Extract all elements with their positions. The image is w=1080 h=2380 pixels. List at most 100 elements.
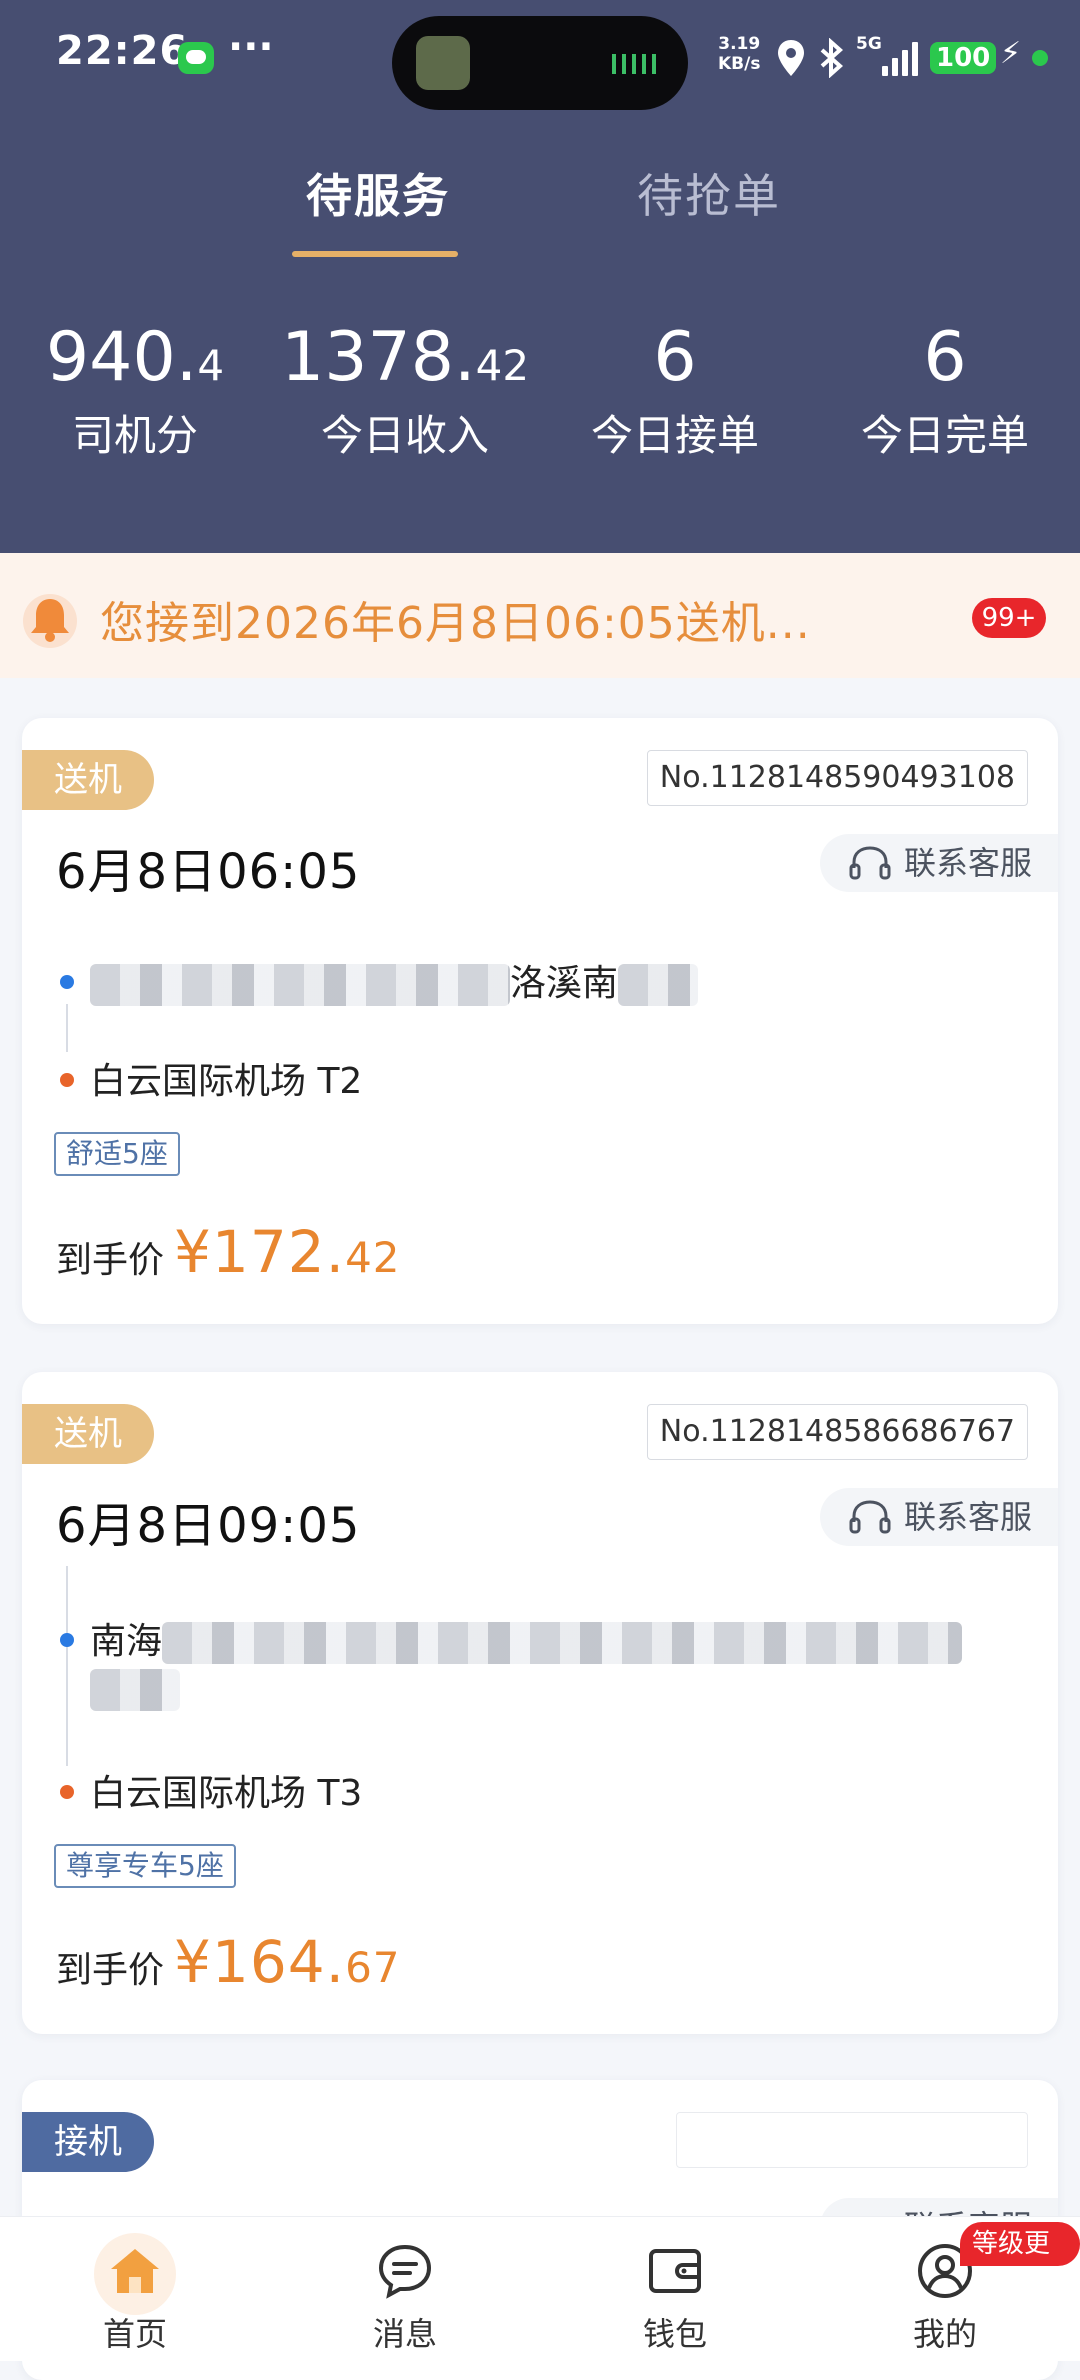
order-card[interactable]: 送机 No.1128148586686767 6月8日09:05 联系客服 南海…: [22, 1372, 1058, 2034]
nav-home[interactable]: 首页: [0, 2217, 270, 2361]
headset-icon: [849, 1500, 891, 1534]
wallet-icon: [649, 2249, 701, 2293]
status-bar: 22:26 ··· 3.19 KB/s 5G 100 ⚡: [0, 0, 1080, 120]
redacted-text: [618, 964, 699, 1006]
destination-address: 白云国际机场 T3: [60, 1764, 362, 1816]
header: 22:26 ··· 3.19 KB/s 5G 100 ⚡ 待服务 待抢单 940…: [0, 0, 1080, 553]
destination-address: 白云国际机场 T2: [60, 1052, 362, 1104]
tab-grab-order[interactable]: 待抢单: [637, 160, 781, 226]
order-type-tag: 接机: [22, 2112, 154, 2172]
stats-summary: 940.4 司机分 1378.42 今日收入 6 今日接单 6 今日完单: [0, 318, 1080, 478]
route-line: [66, 1566, 68, 1766]
order-number: No.1128148590493108: [646, 750, 1028, 806]
stat-value-integer: 940.: [45, 318, 198, 397]
nav-label: 钱包: [642, 2315, 707, 2353]
price-integer: ¥172.: [174, 1218, 346, 1286]
pickup-dot: [60, 975, 74, 989]
signal-icon: [882, 42, 922, 76]
bluetooth-icon: [820, 38, 844, 78]
order-time: 6月8日06:05: [56, 844, 361, 900]
network-speed-unit: KB/s: [718, 54, 761, 74]
order-card[interactable]: 送机 No.1128148590493108 6月8日06:05 联系客服 洛溪…: [22, 718, 1058, 1324]
status-time: 22:26: [56, 28, 189, 74]
stat-today-accepted[interactable]: 6 今日接单: [540, 318, 810, 464]
price-label: 到手价: [56, 1240, 165, 1281]
price-label: 到手价: [56, 1950, 165, 1991]
bell-icon: [23, 594, 77, 648]
redacted-text: [162, 1622, 963, 1664]
pickup-address: 南海: [60, 1612, 963, 1664]
price-decimal: 42: [345, 1233, 401, 1282]
tab-pending-service[interactable]: 待服务: [306, 160, 450, 226]
stat-label: 今日收入: [320, 411, 489, 460]
stat-value-integer: 6: [923, 318, 967, 397]
stat-today-completed[interactable]: 6 今日完单: [810, 318, 1080, 464]
price-value: ¥172.42: [174, 1218, 401, 1286]
order-type-tag: 送机: [22, 750, 154, 810]
dynamic-island[interactable]: [392, 16, 688, 110]
nav-label: 我的: [912, 2315, 977, 2353]
stat-today-income[interactable]: 1378.42 今日收入: [270, 318, 540, 464]
stat-value-integer: 6: [653, 318, 697, 397]
level-update-badge: 等级更新: [960, 2222, 1080, 2303]
order-type-tag: 送机: [22, 1404, 154, 1464]
notice-text: 您接到2026年6月8日06:05送机...: [100, 598, 811, 649]
stat-value-decimal: 4: [197, 341, 225, 390]
price-integer: ¥164.: [174, 1928, 346, 1996]
active-tab-indicator: [292, 251, 458, 257]
nav-messages[interactable]: 消息: [270, 2217, 540, 2361]
unread-badge: 99+: [972, 598, 1046, 638]
bottom-nav: 首页 消息 钱包 我的: [0, 2216, 1080, 2361]
price-row: 到手价 ¥172.42: [56, 1218, 401, 1286]
order-tabs: 待服务 待抢单: [0, 150, 1080, 270]
wechat-icon: [178, 42, 214, 74]
nav-wallet[interactable]: 钱包: [540, 2217, 810, 2361]
destination-address-text: 白云国际机场 T3: [90, 1773, 363, 1814]
order-number: No.1128148586686767: [646, 1404, 1028, 1460]
pickup-address: 洛溪南: [60, 954, 699, 1006]
contact-service-button[interactable]: 联系客服: [820, 834, 1058, 892]
pickup-address-visible: 洛溪南: [510, 963, 619, 1004]
location-icon: [778, 40, 804, 76]
order-time: 6月8日09:05: [56, 1498, 361, 1554]
price-value: ¥164.67: [174, 1928, 401, 1996]
destination-address-text: 白云国际机场 T2: [90, 1061, 363, 1102]
contact-service-label: 联系客服: [904, 1498, 1033, 1536]
price-decimal: 67: [345, 1943, 401, 1992]
network-type: 5G: [856, 34, 882, 54]
contact-service-button[interactable]: 联系客服: [820, 1488, 1058, 1546]
stat-label: 司机分: [71, 411, 198, 460]
pickup-address-visible: 南海: [90, 1621, 163, 1662]
car-type-tag: 尊享专车5座: [54, 1844, 236, 1888]
home-icon: [111, 2249, 159, 2293]
stat-value-decimal: 42: [475, 341, 530, 390]
stat-value-integer: 1378.: [280, 318, 476, 397]
stat-label: 今日完单: [860, 411, 1029, 460]
nav-label: 消息: [372, 2315, 437, 2353]
contact-service-label: 联系客服: [904, 844, 1033, 882]
redacted-text: [90, 964, 510, 1006]
destination-dot: [60, 1785, 74, 1799]
redacted-text: [90, 1669, 180, 1711]
message-icon: [378, 2244, 432, 2299]
audio-wave-icon: [612, 54, 660, 74]
charging-icon: ⚡: [1000, 36, 1022, 71]
headset-icon: [849, 846, 891, 880]
more-notifications-icon: ···: [228, 24, 274, 70]
battery-indicator: 100: [930, 42, 997, 74]
network-speed: 3.19 KB/s: [718, 34, 760, 74]
route-line: [66, 1004, 68, 1052]
stat-label: 今日接单: [590, 411, 759, 460]
privacy-indicator: [1032, 50, 1048, 66]
pickup-dot: [60, 1633, 74, 1647]
price-row: 到手价 ¥164.67: [56, 1928, 401, 1996]
pickup-address-line2: [90, 1668, 180, 1711]
car-type-tag: 舒适5座: [54, 1132, 180, 1176]
nav-label: 首页: [102, 2315, 167, 2353]
stat-driver-score[interactable]: 940.4 司机分: [0, 318, 270, 464]
media-thumbnail: [416, 36, 470, 90]
order-number: [676, 2112, 1028, 2168]
notice-banner[interactable]: 您接到2026年6月8日06:05送机...: [0, 553, 1080, 678]
network-speed-value: 3.19: [718, 34, 761, 54]
destination-dot: [60, 1073, 74, 1087]
